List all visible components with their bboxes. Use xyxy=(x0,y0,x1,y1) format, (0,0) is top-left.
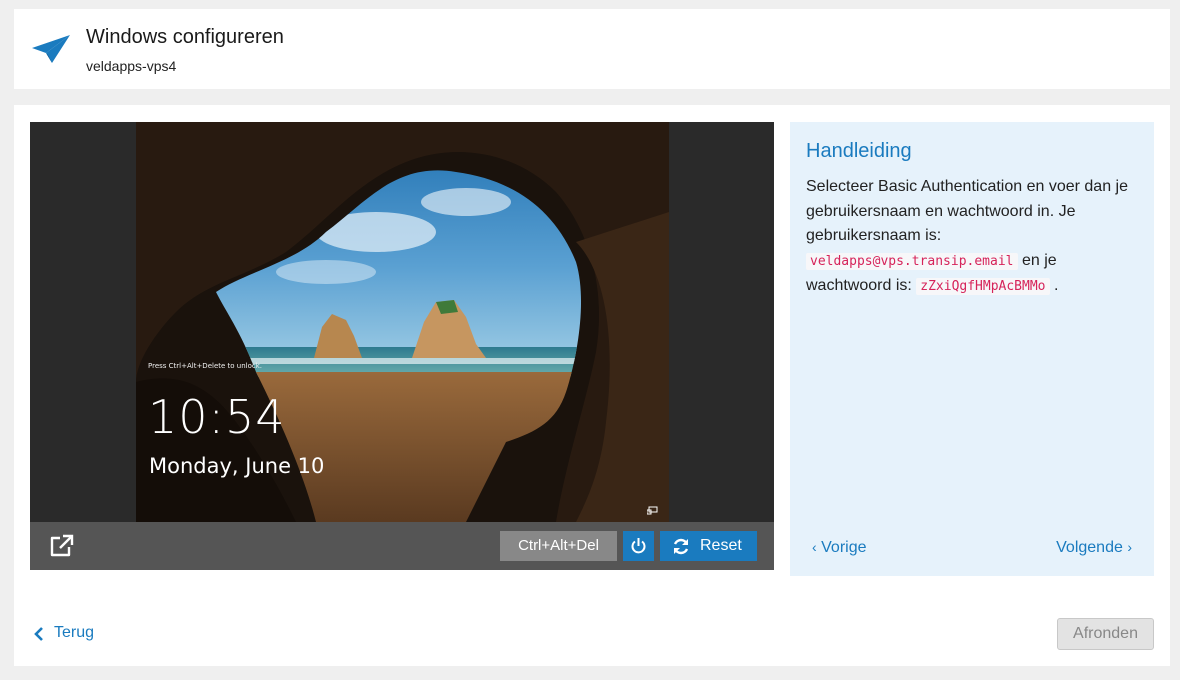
password-value: zZxiQgfHMpAcBMMo xyxy=(916,278,1050,295)
page-title: Windows configureren xyxy=(86,26,284,48)
lock-screen-time: 10:54 xyxy=(148,390,286,444)
previous-label: Vorige xyxy=(821,539,867,556)
console-toolbar: Ctrl+Alt+Del Reset xyxy=(30,522,774,570)
refresh-icon xyxy=(673,538,689,555)
external-link-icon[interactable] xyxy=(49,534,75,558)
ctrl-alt-del-button[interactable]: Ctrl+Alt+Del xyxy=(500,531,617,561)
guide-panel: Handleiding Selecteer Basic Authenticati… xyxy=(790,122,1154,576)
paper-plane-icon xyxy=(32,35,70,63)
power-icon xyxy=(631,538,646,554)
main-panel: Press Ctrl+Alt+Delete to unlock. 10:54 M… xyxy=(14,105,1170,666)
guide-text: Selecteer Basic Authentication en voer d… xyxy=(806,175,1142,300)
network-icon xyxy=(647,506,658,515)
back-label: Terug xyxy=(54,624,95,641)
guide-text-part: Selecteer Basic Authentication en voer d… xyxy=(806,178,1128,244)
guide-text-part: . xyxy=(1049,277,1059,294)
next-link[interactable]: Volgende › xyxy=(1056,539,1132,557)
power-button[interactable] xyxy=(623,531,654,561)
chevron-left-icon: ‹ xyxy=(812,539,817,555)
server-name: veldapps-vps4 xyxy=(86,58,177,74)
chevron-right-icon: › xyxy=(1127,539,1132,555)
next-label: Volgende xyxy=(1056,539,1123,556)
guide-title: Handleiding xyxy=(806,140,912,162)
page-header: Windows configureren veldapps-vps4 xyxy=(14,9,1170,89)
reset-button[interactable]: Reset xyxy=(660,531,757,561)
username-value: veldapps@vps.transip.email xyxy=(806,252,1018,270)
lock-screen-date: Monday, June 10 xyxy=(149,454,325,478)
lock-screen[interactable]: Press Ctrl+Alt+Delete to unlock. 10:54 M… xyxy=(136,122,669,522)
remote-console[interactable]: Press Ctrl+Alt+Delete to unlock. 10:54 M… xyxy=(30,122,774,570)
finish-button[interactable]: Afronden xyxy=(1057,618,1154,650)
reset-label: Reset xyxy=(700,537,742,554)
previous-link[interactable]: ‹ Vorige xyxy=(812,539,867,557)
chevron-left-icon xyxy=(34,627,43,641)
unlock-hint: Press Ctrl+Alt+Delete to unlock. xyxy=(148,362,263,370)
